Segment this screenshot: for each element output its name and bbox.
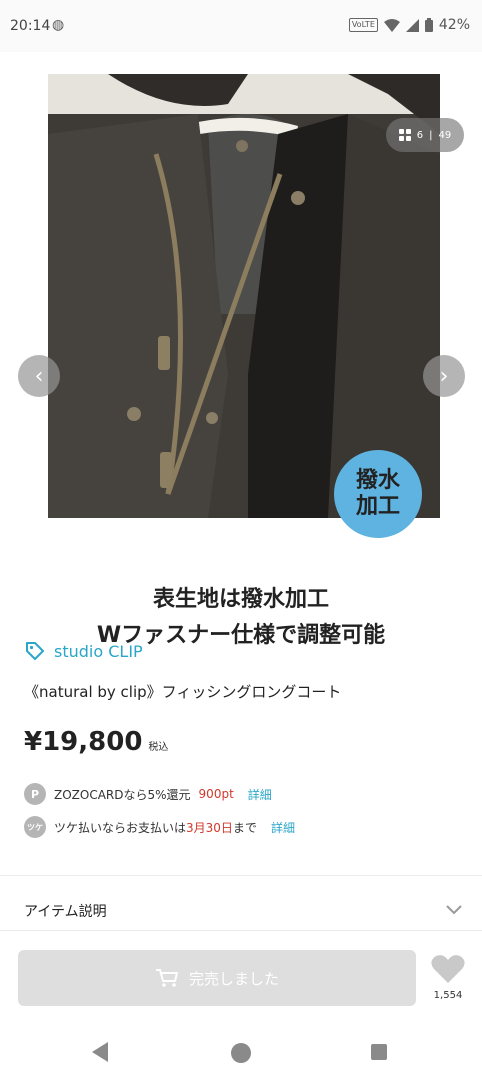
caption-line1: 表生地は撥水加工 (152, 587, 329, 612)
globe-icon: ◍ (52, 17, 65, 33)
home-icon[interactable] (231, 1043, 251, 1063)
soldout-button[interactable]: 完売しました (18, 950, 416, 1006)
brand-link[interactable]: studio CLIP (24, 640, 143, 662)
tsuke-detail-link[interactable]: 詳細 (271, 819, 295, 836)
chevron-right-icon: › (439, 363, 449, 389)
tsuke-info: ツケ ツケ払いならお支払いは3月30日まで 詳細 (24, 816, 295, 838)
status-icons: VoLTE 42% (348, 17, 470, 33)
chevron-left-icon: ‹ (34, 363, 44, 389)
status-time: 20:14 (10, 18, 51, 34)
divider (0, 875, 482, 876)
points-text: ZOZOCARDなら5%還元 (54, 787, 191, 802)
heart-icon[interactable] (430, 953, 466, 985)
favorite-count: 1,554 (433, 990, 463, 1001)
tsuke-text: ツケ払いならお支払いは3月30日まで (54, 819, 257, 836)
recent-apps-icon[interactable] (371, 1044, 387, 1060)
tsuke-text-before: ツケ払いならお支払いは (54, 820, 187, 835)
chevron-down-icon[interactable] (444, 899, 464, 919)
tax-label: 税込 (148, 742, 169, 753)
points-info: P ZOZOCARDなら5%還元 900pt 詳細 (24, 783, 272, 805)
soldout-label: 完売しました (188, 969, 279, 988)
product-title: 《natural by clip》フィッシングロングコート (24, 683, 342, 701)
item-description-toggle[interactable]: アイテム説明 (24, 901, 107, 921)
back-icon[interactable] (92, 1042, 110, 1062)
points-detail-link[interactable]: 詳細 (248, 786, 272, 803)
counter-separator: | (429, 129, 433, 141)
system-nav-bar (0, 1022, 482, 1080)
price: ¥19,800 (24, 727, 143, 757)
signal-icon (405, 18, 419, 32)
tsuke-date: 3月30日 (186, 820, 233, 835)
points-icon: P (24, 783, 46, 805)
brand-name: studio CLIP (54, 641, 143, 661)
previous-image-button[interactable]: ‹ (18, 355, 60, 397)
volte-icon: VoLTE (348, 18, 378, 32)
divider (0, 930, 482, 931)
wifi-icon (383, 18, 400, 32)
grid-icon (398, 129, 411, 141)
next-image-button[interactable]: › (423, 355, 465, 397)
cart-icon (155, 969, 178, 987)
tag-icon (26, 642, 44, 660)
status-bar: 20:14 ◍ VoLTE 42% (0, 0, 482, 52)
counter-current: 6 (416, 129, 424, 141)
battery-level: 42% (438, 17, 470, 33)
counter-total: 49 (438, 129, 452, 141)
badge-line2: 加工 (355, 494, 400, 519)
tsuke-icon: ツケ (24, 816, 46, 838)
badge-line1: 撥水 (355, 467, 400, 493)
price-row: ¥19,800 税込 (24, 727, 168, 757)
battery-icon (424, 18, 433, 32)
image-counter[interactable]: 6 | 49 (386, 118, 464, 152)
product-gallery[interactable]: 6 | 49 ‹ › 撥水 加工 表生地は撥水加工 Wファスナー仕様で調整可能 (0, 52, 482, 648)
tsuke-text-after: まで (232, 820, 257, 835)
water-repellent-badge: 撥水 加工 (334, 450, 422, 538)
points-amount: 900pt (198, 787, 234, 801)
